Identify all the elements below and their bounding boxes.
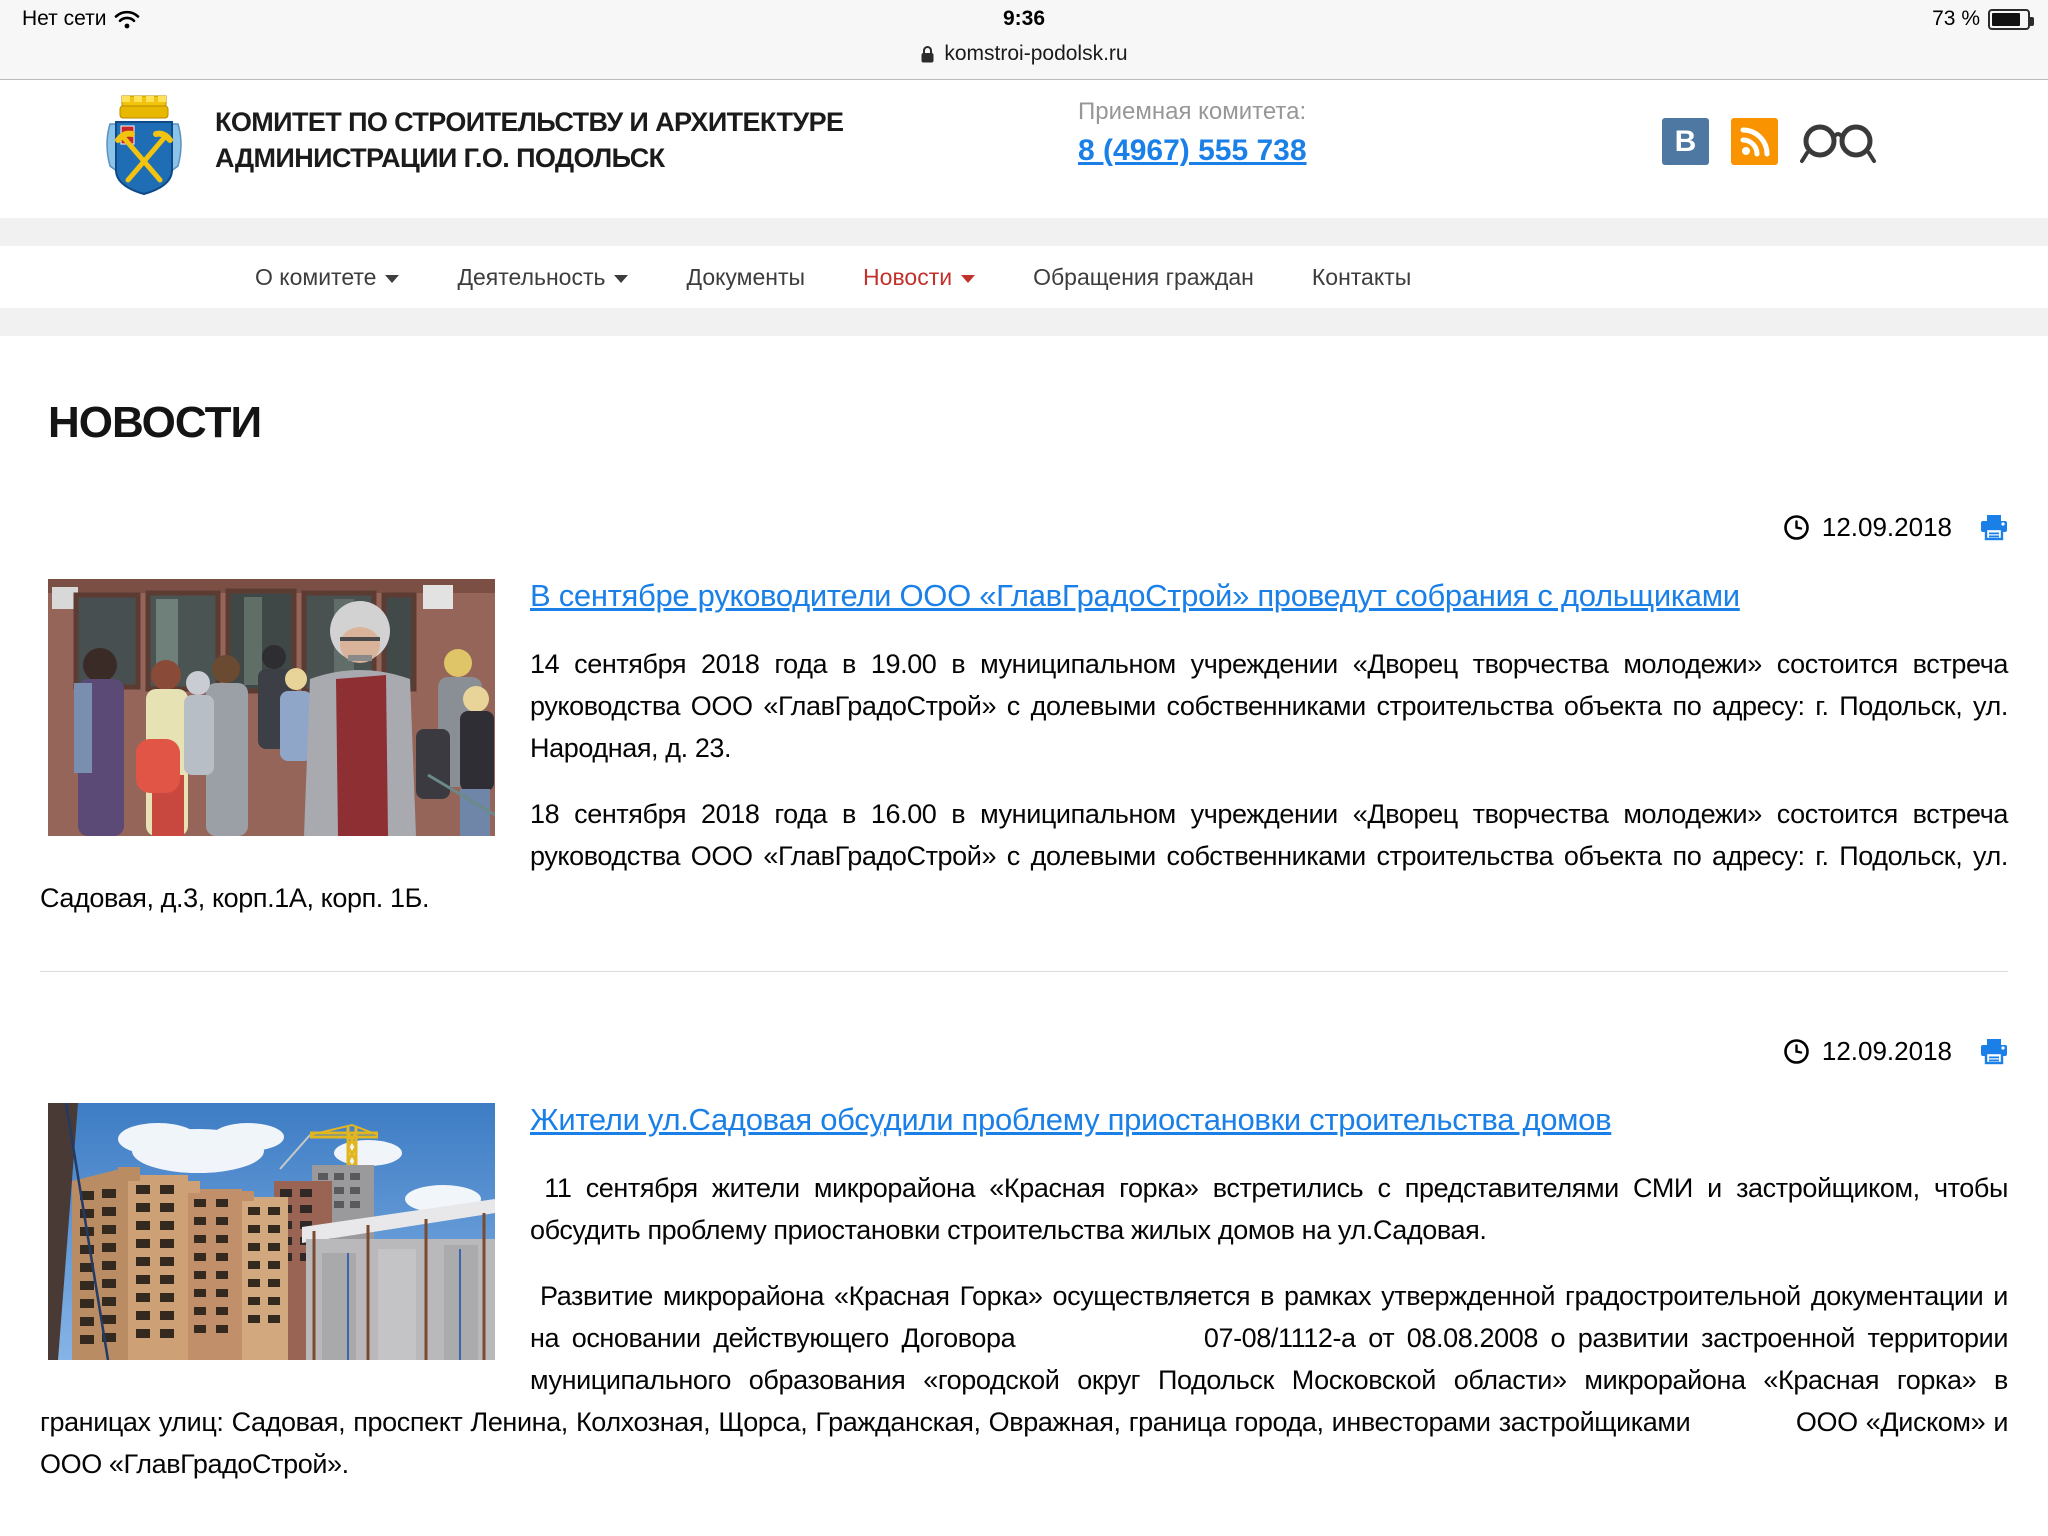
news-date: 12.09.2018 [1822, 512, 1952, 543]
accessibility-glasses-icon[interactable] [1800, 119, 1876, 165]
news-meta: 12.09.2018 [40, 1036, 2008, 1067]
url-text: komstroi-podolsk.ru [944, 42, 1127, 66]
site-header: КОМИТЕТ ПО СТРОИТЕЛЬСТВУ И АРХИТЕКТУРЕ А… [0, 80, 2048, 218]
news-photo-crowd[interactable] [48, 579, 495, 836]
news-photo-construction[interactable] [48, 1103, 495, 1360]
header-divider-band [0, 218, 2048, 246]
nav-item-about[interactable]: О комитете [255, 264, 399, 291]
chevron-down-icon [385, 275, 399, 283]
address-bar[interactable]: komstroi-podolsk.ru [0, 34, 2048, 74]
nav-label: Контакты [1312, 264, 1411, 291]
nav-divider-band [0, 308, 2048, 336]
battery-nub [2030, 17, 2034, 26]
browser-chrome: Нет сети 9:36 73 % komstro [0, 0, 2048, 80]
nav-label: Документы [686, 264, 805, 291]
social-icons: В [1662, 118, 1876, 165]
battery-icon [1988, 9, 2030, 30]
main-navigation: О комитете Деятельность Документы Новост… [0, 246, 2048, 308]
nav-item-news[interactable]: Новости [863, 264, 975, 291]
nav-label: Новости [863, 264, 952, 291]
clock-icon [1783, 1038, 1810, 1065]
reception-block: Приемная комитета: 8 (4967) 555 738 [1078, 98, 1307, 168]
vk-icon[interactable]: В [1662, 118, 1709, 165]
nav-label: О комитете [255, 264, 376, 291]
news-meta: 12.09.2018 [40, 512, 2008, 543]
nav-item-activity[interactable]: Деятельность [457, 264, 628, 291]
clock-icon [1783, 514, 1810, 541]
reception-phone-link[interactable]: 8 (4967) 555 738 [1078, 134, 1307, 167]
site-title: КОМИТЕТ ПО СТРОИТЕЛЬСТВУ И АРХИТЕКТУРЕ А… [215, 104, 975, 176]
news-date: 12.09.2018 [1822, 1036, 1952, 1067]
reception-label: Приемная комитета: [1078, 98, 1307, 126]
print-icon[interactable] [1980, 514, 2008, 541]
chevron-down-icon [961, 275, 975, 283]
news-item-1: 12.09.2018 [40, 512, 2008, 919]
battery-fill [1992, 13, 2020, 26]
news-item-2: 12.09.2018 [40, 1036, 2008, 1485]
podolsk-coat-of-arms-logo[interactable] [102, 94, 186, 198]
nav-item-citizen-appeals[interactable]: Обращения граждан [1033, 264, 1254, 291]
page-title: НОВОСТИ [40, 336, 2008, 448]
news-page: НОВОСТИ 12.09.2018 [0, 336, 2048, 1536]
section-divider [40, 971, 2008, 972]
rss-icon[interactable] [1731, 118, 1778, 165]
print-icon[interactable] [1980, 1038, 2008, 1065]
safari-screen: Нет сети 9:36 73 % komstro [0, 0, 2048, 1536]
battery-percent-label: 73 % [1932, 7, 1980, 31]
clock-time: 9:36 [0, 7, 2048, 31]
chevron-down-icon [614, 275, 628, 283]
nav-label: Деятельность [457, 264, 605, 291]
status-right: 73 % [1932, 7, 2030, 31]
lock-icon [920, 45, 935, 64]
status-bar: Нет сети 9:36 73 % [0, 0, 2048, 34]
nav-item-documents[interactable]: Документы [686, 264, 805, 291]
nav-label: Обращения граждан [1033, 264, 1254, 291]
nav-item-contacts[interactable]: Контакты [1312, 264, 1411, 291]
